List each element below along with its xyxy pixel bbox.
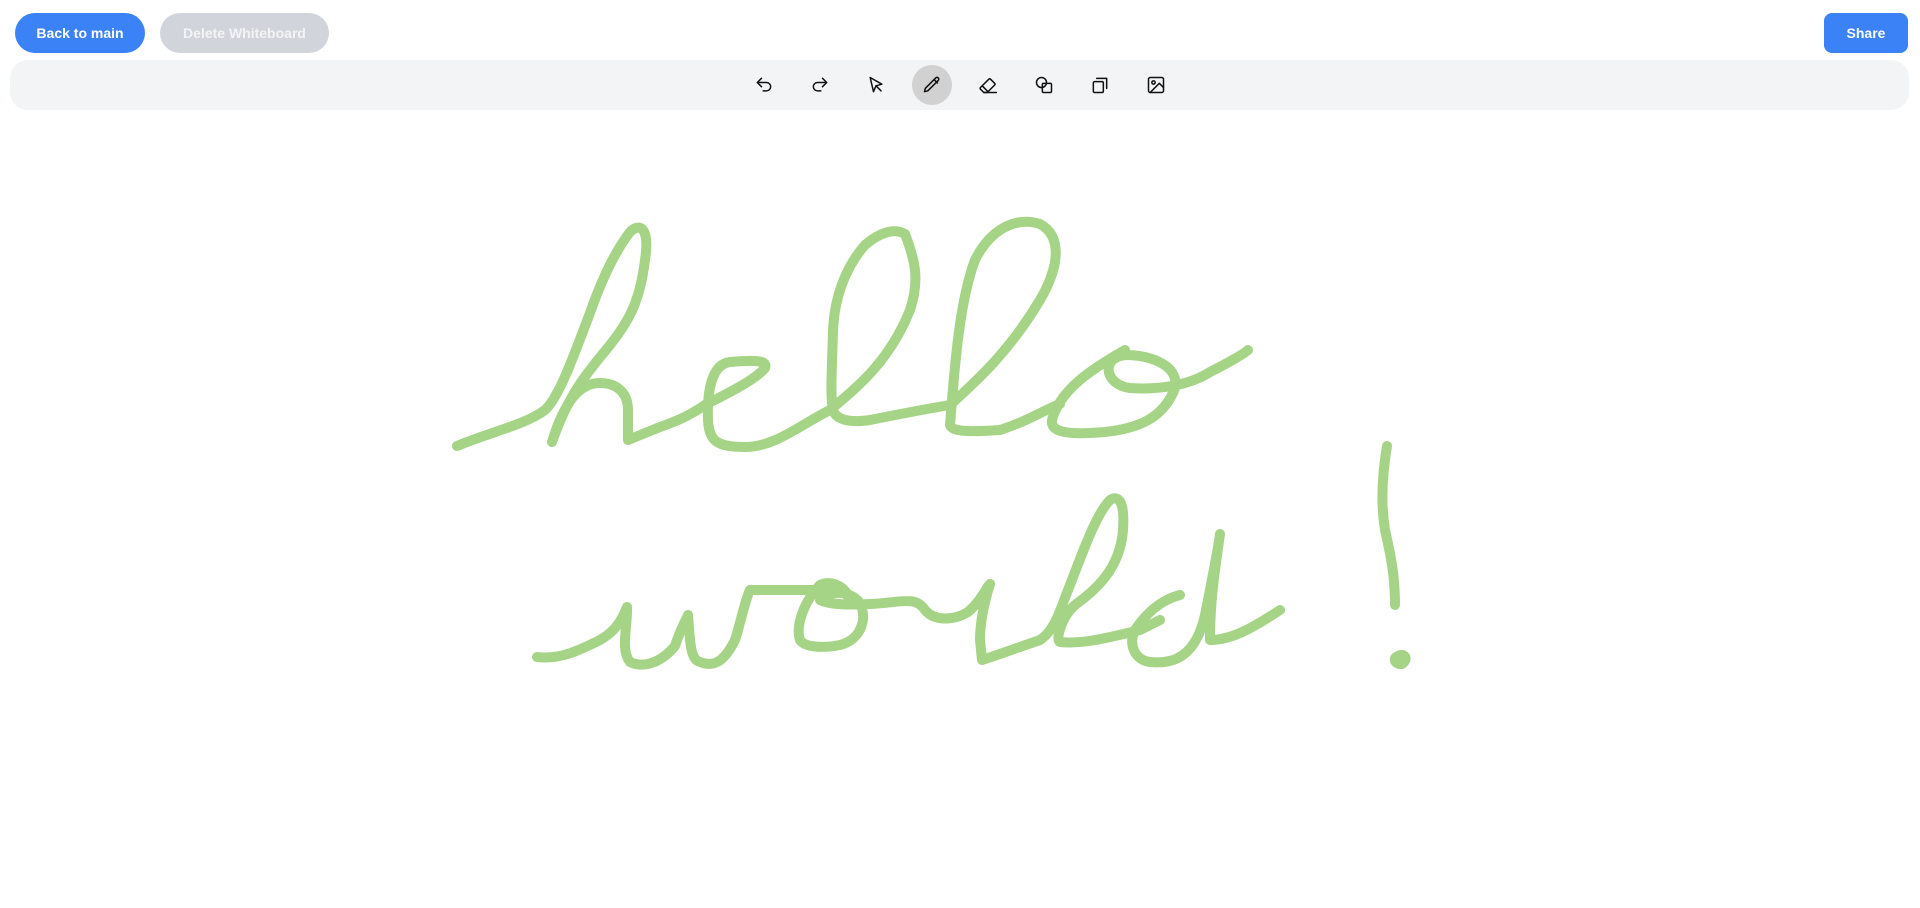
stroke-hello-e (700, 355, 835, 452)
stroke-hello-l1 (825, 226, 955, 427)
stroke-exclamation-line (1377, 441, 1400, 610)
stroke-hello-o (1046, 345, 1253, 439)
stroke-hello-l2 (945, 216, 1065, 437)
whiteboard-canvas[interactable] (0, 112, 1920, 908)
handwriting-strokes (452, 216, 1411, 670)
stroke-exclamation-dot (1389, 649, 1411, 670)
stroke-world-o (793, 578, 995, 652)
stroke-hello-h (452, 222, 710, 451)
stroke-world-d (1127, 529, 1285, 668)
